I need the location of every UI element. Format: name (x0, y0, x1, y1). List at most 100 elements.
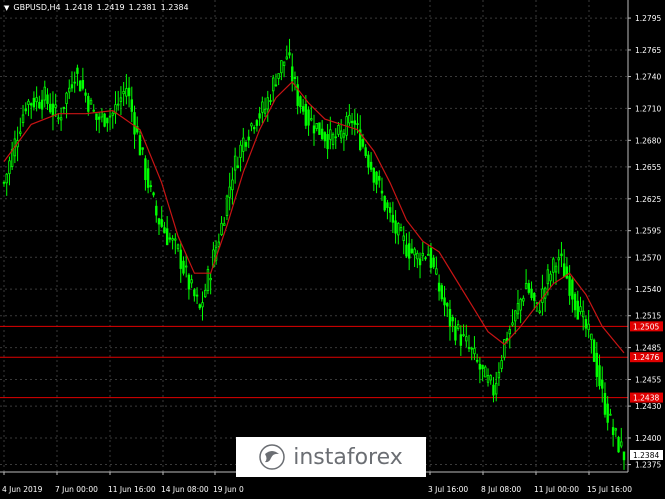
time-tick-label: 11 Jun 16:00 (108, 485, 156, 494)
price-tick-label: 1.2400 (635, 434, 661, 443)
candle-body (437, 282, 441, 292)
candle-body (78, 80, 82, 92)
candle-body (407, 243, 411, 259)
candle-body (522, 297, 525, 302)
candle-body (119, 97, 123, 102)
candle-body (584, 319, 588, 329)
candle-body (448, 309, 452, 327)
price-tick-label: 1.2795 (635, 14, 661, 23)
candle-body (527, 283, 531, 293)
ohlc-open: 1.2418 (64, 3, 93, 12)
candle-body (198, 304, 201, 309)
candle-body (397, 223, 400, 236)
candle-body (21, 114, 25, 124)
candle-body (106, 117, 109, 124)
candle-body (443, 297, 446, 306)
candle-body (603, 392, 607, 415)
time-tick-label: 4 Jun 2019 (2, 485, 43, 494)
candle-body (312, 125, 316, 134)
price-tick-label: 1.2655 (635, 163, 661, 172)
symbol-name: GBPUSD,H4 (13, 3, 61, 12)
candle-body (609, 413, 612, 416)
candle-body (394, 220, 397, 234)
candle-body (592, 339, 596, 362)
candle-body (617, 437, 620, 453)
candle-body (424, 257, 427, 260)
candle-body (27, 100, 30, 105)
time-tick-label: 15 Jul 16:00 (587, 485, 632, 494)
candle-body (32, 97, 36, 108)
candle-body (141, 147, 144, 150)
candle-body (307, 109, 310, 126)
candle-body (587, 323, 590, 331)
candle-body (51, 103, 55, 117)
candle-body (557, 257, 560, 261)
level-label: 1.2476 (633, 353, 659, 362)
candle-body (391, 214, 395, 223)
candle-body (288, 52, 291, 56)
candle-body (590, 333, 593, 341)
candle-body (138, 135, 142, 156)
candle-body (622, 451, 626, 461)
candle-body (239, 144, 242, 158)
time-tick-label: 11 Jul 00:00 (534, 485, 579, 494)
candle-body (606, 403, 609, 423)
candle-body (285, 56, 289, 60)
candle-body (293, 76, 297, 79)
candle-body (454, 325, 457, 341)
candle-body (367, 154, 370, 168)
candle-body (511, 322, 514, 326)
candle-body (38, 102, 41, 109)
candle-body (405, 244, 408, 257)
candle-body (484, 366, 487, 378)
candle-body (497, 371, 501, 379)
candle-body (201, 302, 204, 308)
dropdown-triangle-icon[interactable]: ▼ (4, 4, 9, 12)
candle-body (252, 127, 256, 130)
candle-body (410, 248, 414, 254)
candle-body (155, 205, 158, 216)
candle-body (152, 192, 155, 196)
candle-body (97, 116, 101, 120)
candle-body (350, 120, 354, 124)
candle-body (481, 364, 484, 370)
candle-body (165, 228, 169, 246)
candle-body (57, 117, 60, 120)
candle-body (190, 279, 193, 284)
candle-body (122, 91, 125, 95)
candle-body (582, 310, 585, 318)
candle-body (524, 283, 528, 289)
candle-body (331, 133, 335, 145)
candle-body (475, 359, 479, 362)
candle-body (486, 374, 490, 383)
candle-body (611, 427, 615, 435)
candle-body (255, 120, 259, 126)
candle-body (117, 103, 120, 106)
candle-body (111, 112, 114, 116)
candle-body (320, 128, 324, 140)
candle-body (59, 117, 63, 121)
chart-window[interactable]: 1.2795 1.2765 1.2740 1.2710 1.2680 1.2655 1.26… (0, 0, 665, 499)
price-chart[interactable]: 1.2795 1.2765 1.2740 1.2710 1.2680 1.2655 1.26… (0, 0, 665, 499)
candle-body (620, 441, 623, 447)
candle-body (282, 61, 286, 66)
candle-body (421, 252, 424, 257)
candle-body (100, 111, 104, 118)
candle-body (562, 263, 566, 278)
candle-body (236, 165, 240, 168)
candle-body (108, 115, 112, 118)
price-axis: 1.2795 1.2765 1.2740 1.2710 1.2680 1.2655 1.26… (0, 0, 663, 473)
price-tick-label: 1.2375 (635, 461, 661, 470)
candle-body (334, 136, 337, 139)
candle-body (73, 81, 76, 84)
candle-body (157, 218, 161, 225)
candle-body (84, 92, 87, 96)
candle-body (514, 310, 517, 322)
candle-body (133, 112, 136, 135)
candle-body (369, 161, 373, 170)
candle-body (179, 249, 182, 269)
current-price-label: 1.2384 (633, 451, 659, 460)
candle-body (130, 99, 134, 112)
candle-body (68, 87, 71, 93)
candle-body (446, 303, 449, 307)
